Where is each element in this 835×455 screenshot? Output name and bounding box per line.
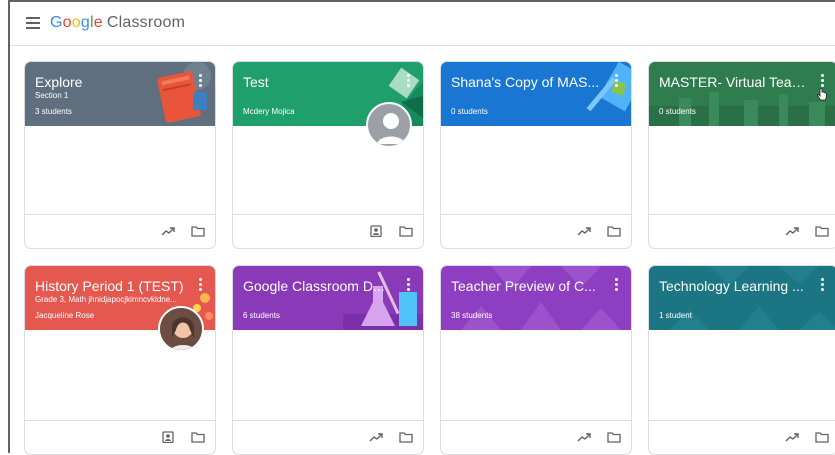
class-card[interactable]: Test Mcdery Mojica	[232, 61, 424, 249]
class-student-count: 0 students	[451, 107, 488, 116]
trending-up-icon[interactable]	[577, 431, 591, 443]
class-name[interactable]: History Period 1 (TEST)	[35, 278, 190, 294]
class-card[interactable]: Shana's Copy of MAS... 0 students	[440, 61, 632, 249]
class-name[interactable]: Explore	[35, 74, 190, 90]
class-student-count: 3 students	[35, 107, 72, 116]
class-student-count: 1 student	[659, 311, 692, 320]
folder-icon[interactable]	[607, 225, 621, 237]
card-footer	[233, 420, 423, 454]
class-name[interactable]: Google Classroom D...	[243, 278, 398, 294]
class-name[interactable]: MASTER- Virtual Teac...	[659, 74, 809, 90]
class-card[interactable]: Teacher Preview of C... 38 students	[440, 265, 632, 455]
trending-up-icon[interactable]	[369, 431, 383, 443]
hamburger-menu-icon[interactable]	[26, 17, 40, 29]
class-banner[interactable]: Google Classroom D... 6 students	[233, 266, 423, 330]
google-classroom-logo[interactable]: Google Classroom	[50, 14, 185, 32]
folder-icon[interactable]	[399, 225, 413, 237]
class-student-count: 38 students	[451, 311, 493, 320]
more-options-icon[interactable]	[407, 278, 411, 291]
more-options-icon[interactable]	[615, 278, 619, 291]
card-footer	[233, 214, 423, 248]
card-footer	[25, 214, 215, 248]
folder-icon[interactable]	[607, 431, 621, 443]
folder-icon[interactable]	[191, 225, 205, 237]
hand-cursor-icon	[817, 88, 827, 101]
class-section: Grade 3, Math jhnidjapocjkimncvkldne...	[35, 295, 177, 304]
folder-icon[interactable]	[191, 431, 205, 443]
more-options-icon[interactable]	[615, 74, 619, 87]
logo-letter: e	[93, 14, 103, 31]
logo-letter: g	[80, 14, 90, 31]
class-banner[interactable]: Explore Section 1 3 students	[25, 62, 215, 126]
class-card[interactable]: History Period 1 (TEST) Grade 3, Math jh…	[24, 265, 216, 455]
class-name[interactable]: Teacher Preview of C...	[451, 278, 606, 294]
logo-letter: o	[62, 14, 72, 31]
teacher-photo	[158, 306, 204, 352]
class-student-count: 6 students	[243, 311, 280, 320]
trending-up-icon[interactable]	[785, 431, 799, 443]
logo-letter: o	[71, 14, 81, 31]
more-options-icon[interactable]	[199, 74, 203, 87]
class-banner[interactable]: Technology Learning ... 1 student	[649, 266, 835, 330]
default-avatar	[366, 102, 412, 148]
flask-illustration	[343, 271, 423, 330]
top-app-bar: Google Classroom	[10, 2, 835, 46]
class-banner[interactable]: MASTER- Virtual Teac... 0 students	[649, 62, 835, 126]
class-name[interactable]: Technology Learning ...	[659, 278, 809, 294]
class-teacher-name: Jacqueline Rose	[35, 311, 95, 320]
card-footer	[649, 214, 835, 248]
class-section: Section 1	[35, 91, 69, 100]
more-options-icon[interactable]	[199, 278, 203, 291]
class-name[interactable]: Shana's Copy of MAS...	[451, 74, 606, 90]
logo-letter: G	[50, 14, 63, 31]
folder-icon[interactable]	[815, 225, 829, 237]
trending-up-icon[interactable]	[577, 225, 591, 237]
class-banner[interactable]: Teacher Preview of C... 38 students	[441, 266, 631, 330]
more-options-icon[interactable]	[821, 74, 825, 87]
card-footer	[441, 214, 631, 248]
class-banner[interactable]: Shana's Copy of MAS... 0 students	[441, 62, 631, 126]
trending-up-icon[interactable]	[785, 225, 799, 237]
class-name[interactable]: Test	[243, 74, 398, 90]
class-card[interactable]: MASTER- Virtual Teac... 0 students	[648, 61, 835, 249]
pattern-illustration	[669, 266, 835, 330]
assignment-ind-icon[interactable]	[369, 225, 383, 237]
card-footer	[649, 420, 835, 454]
logo-product-name: Classroom	[106, 14, 186, 31]
trending-up-icon[interactable]	[161, 225, 175, 237]
pencil-illustration	[586, 62, 631, 112]
class-teacher-name: Mcdery Mojica	[243, 107, 295, 116]
class-student-count: 0 students	[659, 107, 696, 116]
class-card[interactable]: Technology Learning ... 1 student	[648, 265, 835, 455]
pattern-illustration	[461, 266, 621, 330]
assignment-ind-icon[interactable]	[161, 431, 175, 443]
card-footer	[441, 420, 631, 454]
class-card[interactable]: Google Classroom D... 6 students	[232, 265, 424, 455]
card-footer	[25, 420, 215, 454]
class-card[interactable]: Explore Section 1 3 students	[24, 61, 216, 249]
more-options-icon[interactable]	[821, 278, 825, 291]
classroom-window: Google Classroom Explore Section 1 3 stud…	[8, 0, 835, 455]
folder-icon[interactable]	[399, 431, 413, 443]
folder-icon[interactable]	[815, 431, 829, 443]
more-options-icon[interactable]	[407, 74, 411, 87]
